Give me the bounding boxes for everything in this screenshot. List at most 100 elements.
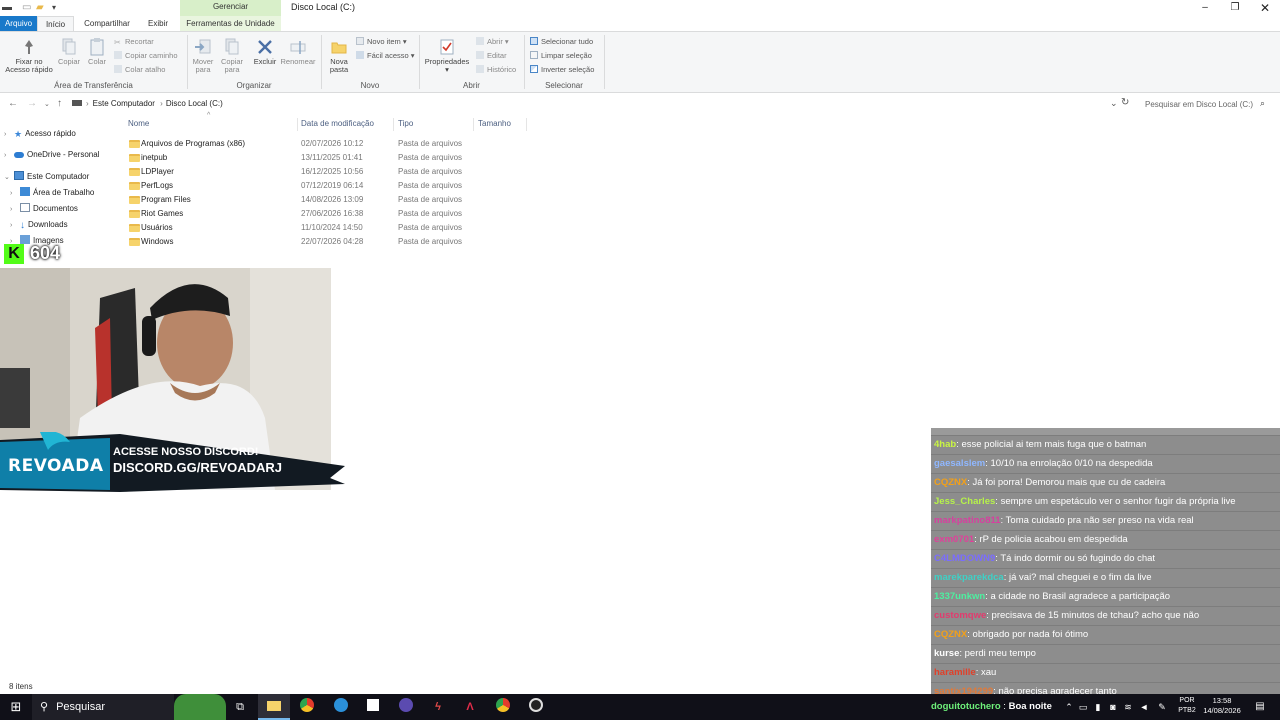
file-row[interactable]: Program Files 14/08/2026 13:09 Pasta de ar… [124,193,464,207]
cut-button[interactable]: ✂ Recortar [114,37,154,47]
new-item-label: Novo item [367,37,401,46]
copy-path-icon [114,51,122,59]
clock[interactable]: 13:58 14/08/2026 [1200,696,1244,716]
file-row[interactable]: Riot Games 27/06/2026 16:38 Pasta de arqui… [124,207,464,221]
kick-logo-icon: K [4,244,24,264]
desktop-icon [20,187,30,196]
column-separator[interactable] [393,118,394,131]
store-taskbar-icon[interactable] [362,694,384,720]
invert-selection-button[interactable]: Inverter seleção [530,65,594,75]
nav-item-quick-access[interactable]: › ★ Acesso rápido [4,127,76,141]
wifi-icon[interactable]: ≋ [1121,694,1135,720]
chrome-icon [300,698,314,712]
column-header-type[interactable]: Tipo [398,119,413,131]
copy-to-button[interactable]: Copiar para [218,38,246,74]
file-row[interactable]: inetpub 13/11/2025 01:41 Pasta de arquivos [124,151,464,165]
file-explorer-taskbar-icon[interactable] [258,694,290,720]
notification-user: doguitotuchero [931,701,1001,712]
search-highlight-image [174,694,226,720]
new-folder-qat-icon[interactable]: ▰ [36,2,44,13]
column-separator[interactable] [526,118,527,131]
tab-exibir[interactable]: Exibir [140,16,176,31]
language-indicator[interactable]: POR PTB2 [1174,696,1200,716]
qat-dropdown-icon[interactable]: ▾ [52,3,56,12]
start-button[interactable]: ⊞ [0,694,32,720]
taskbar-search-box[interactable]: ⚲ Pesquisar [32,694,174,720]
breadcrumb[interactable]: › Este Computador › Disco Local (C:) [72,96,1132,112]
obs-taskbar-icon[interactable] [395,694,417,720]
volume-icon[interactable]: ◄ [1137,694,1151,720]
properties-button[interactable]: Propriedades ▾ [423,38,471,74]
column-separator[interactable] [473,118,474,131]
edit-button[interactable]: Editar [476,51,507,61]
copy-button[interactable]: Copiar [56,38,82,66]
paste-button[interactable]: Colar [85,38,109,66]
nav-item-onedrive[interactable]: › OneDrive - Personal [4,148,99,162]
column-separator[interactable] [297,118,298,131]
column-header-modified[interactable]: Data de modificação [301,119,374,131]
easy-access-button[interactable]: Fácil acesso ▾ [356,51,415,61]
task-view-icon[interactable]: ⧉ [228,694,252,720]
network-icon[interactable]: ▭ [1076,694,1090,720]
close-button[interactable]: ✕ [1250,0,1280,16]
rename-button[interactable]: Renomear [280,38,316,66]
copy-path-button[interactable]: Copiar caminho [114,51,178,61]
chat-text: rP de policia acabou em despedida [979,534,1128,545]
paste-shortcut-button[interactable]: Colar atalho [114,65,165,75]
column-header-name[interactable]: Nome [128,119,149,131]
address-dropdown-icon[interactable]: ⌄ [1110,98,1118,109]
back-arrow-icon[interactable]: ← [8,98,18,109]
tab-ferramentas-unidade[interactable]: Ferramentas de Unidade [180,16,281,31]
group-label-open: Abrir [463,81,480,90]
nav-item-this-pc[interactable]: ⌄ Este Computador [4,170,89,184]
search-input[interactable]: Pesquisar em Disco Local (C:) [1136,96,1272,112]
tab-arquivo[interactable]: Arquivo [0,16,37,31]
nav-item-desktop[interactable]: › Área de Trabalho [10,186,94,200]
properties-dropdown-icon: ▾ [445,65,449,74]
new-folder-button[interactable]: Nova pasta [326,38,352,74]
notification-text: Boa noite [1008,701,1052,712]
move-to-button[interactable]: Mover para [190,38,216,74]
column-header-size[interactable]: Tamanho [478,119,511,131]
group-label-select: Selecionar [545,81,583,90]
edge-taskbar-icon[interactable] [330,694,352,720]
battery-icon[interactable]: ▮ [1091,694,1105,720]
select-none-button[interactable]: Limpar seleção [530,51,592,61]
history-button[interactable]: Histórico [476,65,516,75]
file-row[interactable]: Arquivos de Programas (x86) 02/07/2026 10… [124,137,464,151]
open-button[interactable]: Abrir ▾ [476,37,509,47]
app-taskbar-icon[interactable] [525,694,547,720]
maximize-button[interactable]: ❐ [1220,0,1250,16]
search-icon: ⚲ [40,701,49,713]
pen-icon[interactable]: ✎ [1155,694,1169,720]
show-hidden-icons-icon[interactable]: ⌃ [1062,694,1076,720]
up-arrow-icon[interactable]: ↑ [57,98,62,109]
new-item-button[interactable]: Novo item ▾ [356,37,407,47]
chrome-taskbar-icon[interactable] [296,694,318,720]
app-taskbar-icon[interactable]: Λ [459,694,481,720]
file-row[interactable]: Windows 22/07/2026 04:28 Pasta de arquivos [124,235,464,249]
refresh-icon[interactable]: ↻ [1121,97,1129,108]
chrome-taskbar-icon-2[interactable] [492,694,514,720]
explorer-icon[interactable]: ▬ [2,2,12,13]
recent-dropdown-icon[interactable]: ⌄ [44,100,50,108]
copy-to-icon [225,38,239,55]
camera-icon[interactable]: ◙ [1106,694,1120,720]
select-all-button[interactable]: Selecionar tudo [530,37,593,47]
forward-arrow-icon[interactable]: → [27,98,37,109]
tab-compartilhar[interactable]: Compartilhar [78,16,136,31]
notifications-icon[interactable]: ▤ [1250,694,1270,720]
minimize-button[interactable]: – [1190,0,1220,16]
nav-item-downloads[interactable]: › ↓ Downloads [10,218,68,232]
app-taskbar-icon[interactable]: ϟ [427,694,449,720]
properties-qat-icon[interactable]: ▭ [22,2,31,13]
pin-quick-access-button[interactable]: Fixar no Acesso rápido [2,38,56,74]
delete-button[interactable]: Excluir [252,38,278,66]
file-row[interactable]: LDPlayer 16/12/2025 10:56 Pasta de arquivo… [124,165,464,179]
breadcrumb-item[interactable]: Disco Local (C:) [166,99,223,108]
breadcrumb-item[interactable]: Este Computador [93,99,155,108]
file-row[interactable]: Usuários 11/10/2024 14:50 Pasta de arquivo… [124,221,464,235]
file-row[interactable]: PerfLogs 07/12/2019 06:14 Pasta de arquivo… [124,179,464,193]
tab-inicio[interactable]: Início [37,16,74,31]
nav-item-documents[interactable]: › Documentos [10,202,78,216]
